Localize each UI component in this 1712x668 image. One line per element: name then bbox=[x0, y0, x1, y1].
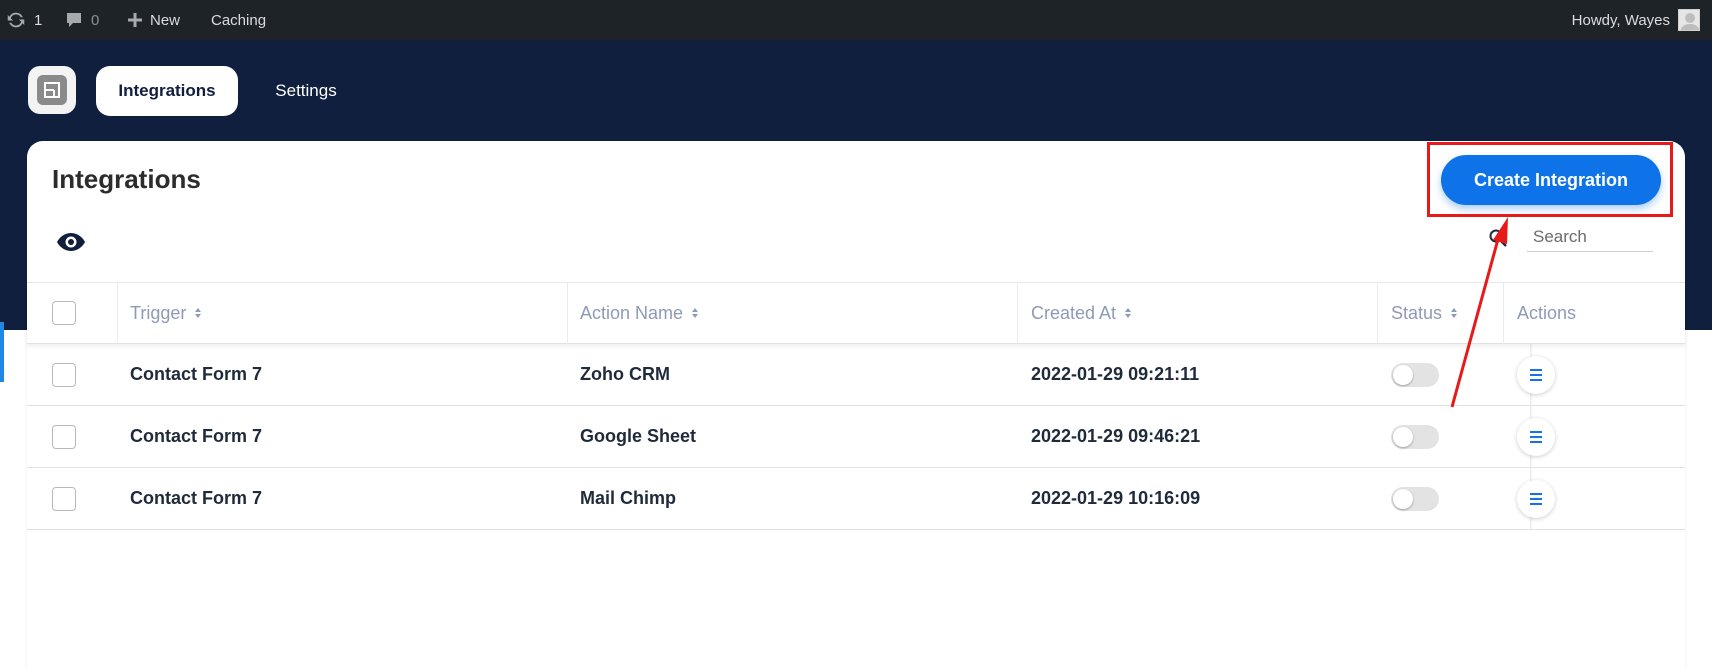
sort-icon bbox=[1125, 308, 1132, 318]
column-visibility-toggle[interactable] bbox=[56, 232, 86, 257]
account-menu[interactable]: Howdy, Wayes bbox=[1572, 0, 1670, 40]
left-accent-strip bbox=[0, 322, 4, 382]
created-at-cell: 2022-01-29 09:46:21 bbox=[1031, 426, 1201, 446]
tab-integrations[interactable]: Integrations bbox=[96, 66, 238, 116]
column-header-actions: Actions bbox=[1517, 283, 1576, 343]
actions-cell bbox=[1517, 406, 1555, 467]
menu-icon bbox=[1530, 492, 1542, 505]
updates-count: 1 bbox=[34, 11, 43, 29]
row-actions-button[interactable] bbox=[1517, 417, 1555, 456]
page-title: Integrations bbox=[52, 164, 201, 194]
menu-icon bbox=[1530, 430, 1542, 443]
status-cell bbox=[1391, 406, 1439, 467]
column-header-action-name[interactable]: Action Name bbox=[580, 283, 699, 343]
table-row: Contact Form 7 Mail Chimp 2022-01-29 10:… bbox=[27, 468, 1685, 530]
action-name-cell: Zoho CRM bbox=[580, 364, 670, 384]
actions-cell bbox=[1517, 468, 1555, 529]
created-at-cell: 2022-01-29 09:21:11 bbox=[1031, 364, 1200, 384]
new-label: New bbox=[150, 11, 181, 29]
column-header-trigger[interactable]: Trigger bbox=[130, 283, 202, 343]
comments-link[interactable]: 0 bbox=[64, 0, 99, 40]
row-select-cell bbox=[52, 468, 76, 529]
highlight-annotation-box bbox=[1427, 142, 1673, 217]
new-content-link[interactable]: New bbox=[127, 0, 180, 40]
tab-settings[interactable]: Settings bbox=[256, 66, 356, 116]
column-divider bbox=[567, 283, 568, 345]
created-at-cell: 2022-01-29 10:16:09 bbox=[1031, 488, 1201, 508]
select-all-cell bbox=[52, 283, 76, 343]
admin-bar: 1 0 New Caching Howdy, Wayes bbox=[0, 0, 1712, 40]
action-name-cell: Mail Chimp bbox=[580, 488, 677, 508]
column-header-label: Actions bbox=[1517, 302, 1577, 323]
sort-icon bbox=[195, 308, 202, 318]
status-toggle[interactable] bbox=[1391, 362, 1439, 387]
status-cell bbox=[1391, 344, 1439, 405]
column-header-label: Trigger bbox=[130, 302, 187, 323]
caching-link[interactable]: Caching bbox=[211, 0, 266, 40]
trigger-cell: Contact Form 7 bbox=[130, 426, 263, 446]
column-divider bbox=[117, 283, 118, 345]
action-name-cell: Google Sheet bbox=[580, 426, 697, 446]
row-checkbox[interactable] bbox=[52, 362, 76, 387]
row-select-cell bbox=[52, 406, 76, 467]
select-all-checkbox[interactable] bbox=[52, 301, 76, 325]
column-header-status[interactable]: Status bbox=[1391, 283, 1458, 343]
integrations-table: Trigger Action Name Created At Status Ac… bbox=[27, 282, 1685, 530]
comments-count: 0 bbox=[91, 11, 100, 29]
status-cell bbox=[1391, 468, 1439, 529]
menu-icon bbox=[1530, 368, 1542, 381]
updates-link[interactable]: 1 bbox=[5, 0, 42, 40]
column-header-label: Action Name bbox=[580, 302, 684, 323]
row-actions-button[interactable] bbox=[1517, 355, 1555, 394]
plus-icon bbox=[128, 13, 142, 27]
trigger-cell: Contact Form 7 bbox=[130, 488, 263, 508]
app-logo[interactable] bbox=[28, 66, 76, 114]
column-header-label: Status bbox=[1391, 302, 1443, 323]
row-checkbox[interactable] bbox=[52, 486, 76, 511]
search-icon bbox=[1488, 228, 1508, 253]
column-divider bbox=[1503, 283, 1504, 345]
column-header-label: Created At bbox=[1031, 302, 1117, 323]
search-input[interactable] bbox=[1527, 222, 1653, 252]
sort-icon bbox=[1451, 308, 1458, 318]
howdy-label: Howdy, Wayes bbox=[1571, 11, 1670, 29]
logo-mark-icon bbox=[37, 75, 67, 105]
avatar[interactable] bbox=[1678, 9, 1700, 31]
row-select-cell bbox=[52, 344, 76, 405]
comment-icon bbox=[67, 13, 81, 27]
status-toggle[interactable] bbox=[1391, 424, 1439, 449]
row-checkbox[interactable] bbox=[52, 424, 76, 449]
table-header: Trigger Action Name Created At Status Ac… bbox=[27, 282, 1685, 345]
status-toggle[interactable] bbox=[1391, 486, 1439, 511]
column-header-created-at[interactable]: Created At bbox=[1031, 283, 1132, 343]
user-icon bbox=[1680, 13, 1699, 30]
table-row: Contact Form 7 Google Sheet 2022-01-29 0… bbox=[27, 406, 1685, 468]
column-divider bbox=[1017, 283, 1018, 345]
row-actions-button[interactable] bbox=[1517, 479, 1555, 518]
eye-icon bbox=[57, 233, 85, 251]
table-row: Contact Form 7 Zoho CRM 2022-01-29 09:21… bbox=[27, 344, 1685, 406]
actions-cell bbox=[1517, 344, 1555, 405]
caching-label: Caching bbox=[211, 11, 267, 29]
refresh-icon bbox=[7, 12, 25, 28]
sort-icon bbox=[692, 308, 699, 318]
column-divider bbox=[1377, 283, 1378, 345]
trigger-cell: Contact Form 7 bbox=[130, 364, 263, 384]
